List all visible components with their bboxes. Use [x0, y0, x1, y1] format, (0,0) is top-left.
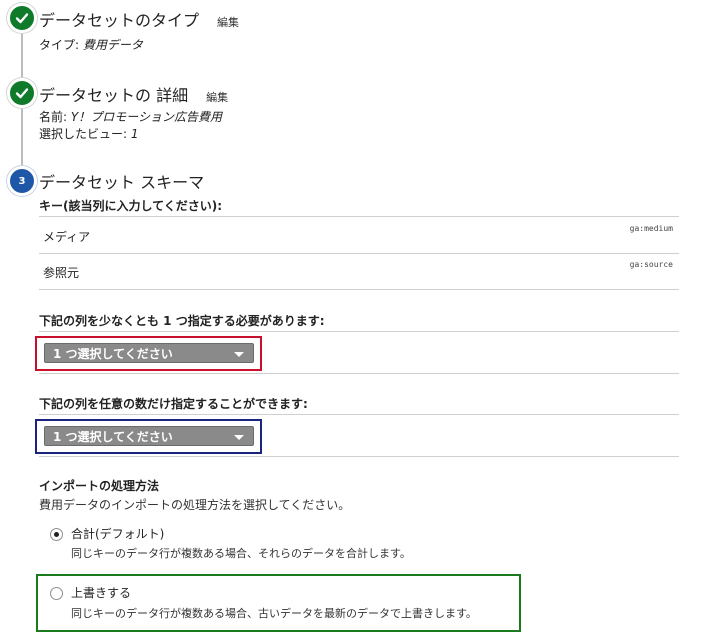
key-row: メディア ga:medium [39, 218, 679, 254]
radio-overwrite-label[interactable]: 上書きする [71, 584, 131, 601]
meta-value: Y！プロモーション広告費用 [70, 110, 222, 124]
meta-label: タイプ: [39, 38, 83, 52]
step-title-text: データセット スキーマ [39, 173, 205, 192]
required-columns-label: 下記の列を少なくとも 1 つ指定する必要があります: [39, 314, 325, 328]
radio-sum-description: 同じキーのデータ行が複数ある場合、それらのデータを合計します。 [71, 547, 411, 560]
key-code: ga:medium [629, 224, 673, 233]
radio-overwrite[interactable] [50, 587, 63, 600]
step-title-text: データセットの 詳細 [39, 86, 189, 105]
key-row: 参照元 ga:source [39, 254, 679, 290]
step-complete-icon [7, 3, 37, 33]
required-column-select[interactable]: 1 つ選択してください [44, 343, 254, 363]
meta-label: 名前: [39, 110, 71, 124]
step-title-dataset-details: データセットの 詳細 編集 [39, 82, 228, 106]
highlight-green-box [36, 574, 521, 632]
radio-overwrite-description: 同じキーのデータ行が複数ある場合、古いデータを最新のデータで上書きします。 [71, 607, 477, 620]
step-title-text: データセットのタイプ [39, 11, 200, 30]
step-title-dataset-schema: データセット スキーマ [39, 169, 204, 193]
meta-value: 費用データ [82, 38, 143, 52]
dataset-details-meta: 名前: Y！プロモーション広告費用 選択したビュー: 1 [39, 109, 222, 143]
radio-sum-label[interactable]: 合計(デフォルト) [71, 525, 164, 542]
optional-column-select[interactable]: 1 つ選択してください [44, 426, 254, 446]
divider [39, 373, 679, 374]
chevron-down-icon [234, 435, 244, 440]
optional-columns-label: 下記の列を任意の数だけ指定することができます: [39, 397, 308, 411]
dataset-type-meta: タイプ: 費用データ [39, 37, 143, 54]
divider [39, 216, 679, 217]
edit-link-details[interactable]: 編集 [206, 91, 228, 104]
step-number: 3 [18, 175, 26, 187]
step-title-dataset-type: データセットのタイプ 編集 [39, 7, 239, 31]
checkmark-icon [15, 88, 29, 99]
select-value: 1 つ選択してください [53, 347, 173, 361]
import-method-description: 費用データのインポートの処理方法を選択してください。 [39, 498, 351, 512]
meta-value: 1 [130, 127, 139, 141]
divider [39, 456, 679, 457]
divider [39, 414, 679, 415]
key-code: ga:source [629, 260, 673, 269]
divider [39, 331, 679, 332]
step-complete-icon [7, 78, 37, 108]
edit-link-type[interactable]: 編集 [217, 16, 239, 29]
import-method-title: インポートの処理方法 [39, 479, 160, 493]
meta-label: 選択したビュー: [39, 127, 131, 141]
divider [39, 289, 679, 290]
step-current-icon: 3 [7, 166, 37, 196]
checkmark-icon [15, 13, 29, 24]
select-value: 1 つ選択してください [53, 430, 173, 444]
key-section-label: キー(該当列に入力してください): [39, 199, 223, 213]
radio-sum[interactable] [50, 528, 63, 541]
chevron-down-icon [234, 352, 244, 357]
key-name: メディア [43, 230, 91, 244]
key-name: 参照元 [43, 266, 80, 280]
